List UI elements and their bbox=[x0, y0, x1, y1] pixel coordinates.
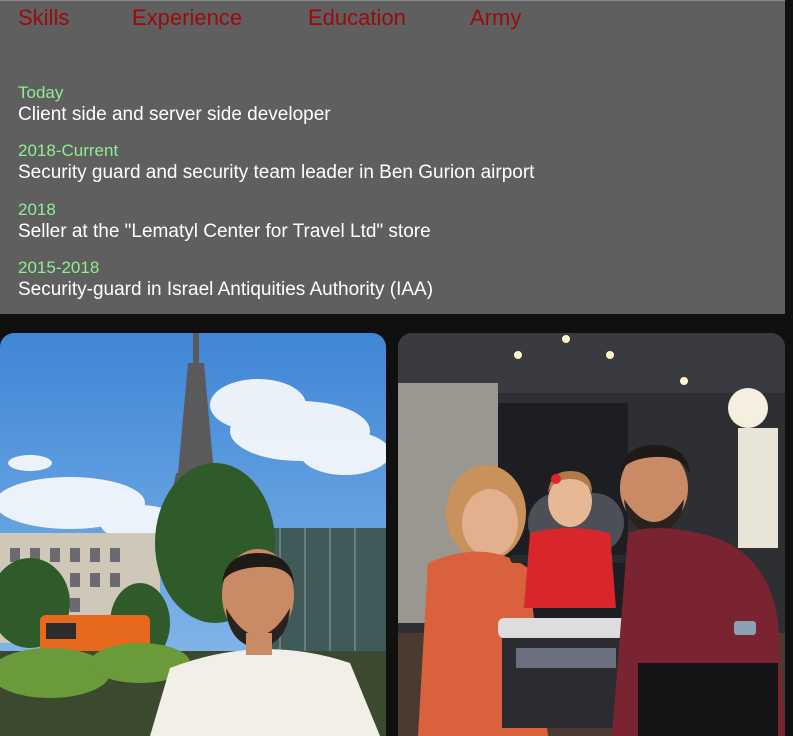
experience-description: Security-guard in Israel Antiquities Aut… bbox=[18, 279, 434, 300]
family-with-stroller-photo bbox=[398, 333, 785, 736]
tab-skills[interactable]: Skills bbox=[18, 5, 69, 31]
tab-education[interactable]: Education bbox=[308, 5, 406, 31]
tab-army[interactable]: Army bbox=[470, 5, 521, 31]
family-photo-image bbox=[398, 333, 785, 736]
experience-date: Today bbox=[18, 83, 64, 102]
experience-description: Seller at the "Lematyl Center for Travel… bbox=[18, 221, 431, 242]
experience-date: 2015-2018 bbox=[18, 258, 100, 277]
experience-description: Security guard and security team leader … bbox=[18, 162, 535, 183]
experience-date: 2018 bbox=[18, 200, 56, 219]
experience-item: 2015-2018 Security-guard in Israel Antiq… bbox=[18, 258, 433, 301]
experience-item: 2018-Current Security guard and security… bbox=[18, 141, 534, 184]
man-at-eiffel-tower-photo bbox=[0, 333, 386, 736]
experience-date: 2018-Current bbox=[18, 141, 119, 160]
tab-experience[interactable]: Experience bbox=[132, 5, 242, 31]
experience-item: 2018 Seller at the "Lematyl Center for T… bbox=[18, 200, 431, 243]
experience-panel: Skills Experience Education Army Today C… bbox=[0, 0, 785, 314]
experience-item: Today Client side and server side develo… bbox=[18, 83, 331, 126]
eiffel-photo-image bbox=[0, 333, 386, 736]
experience-description: Client side and server side developer bbox=[18, 104, 331, 125]
